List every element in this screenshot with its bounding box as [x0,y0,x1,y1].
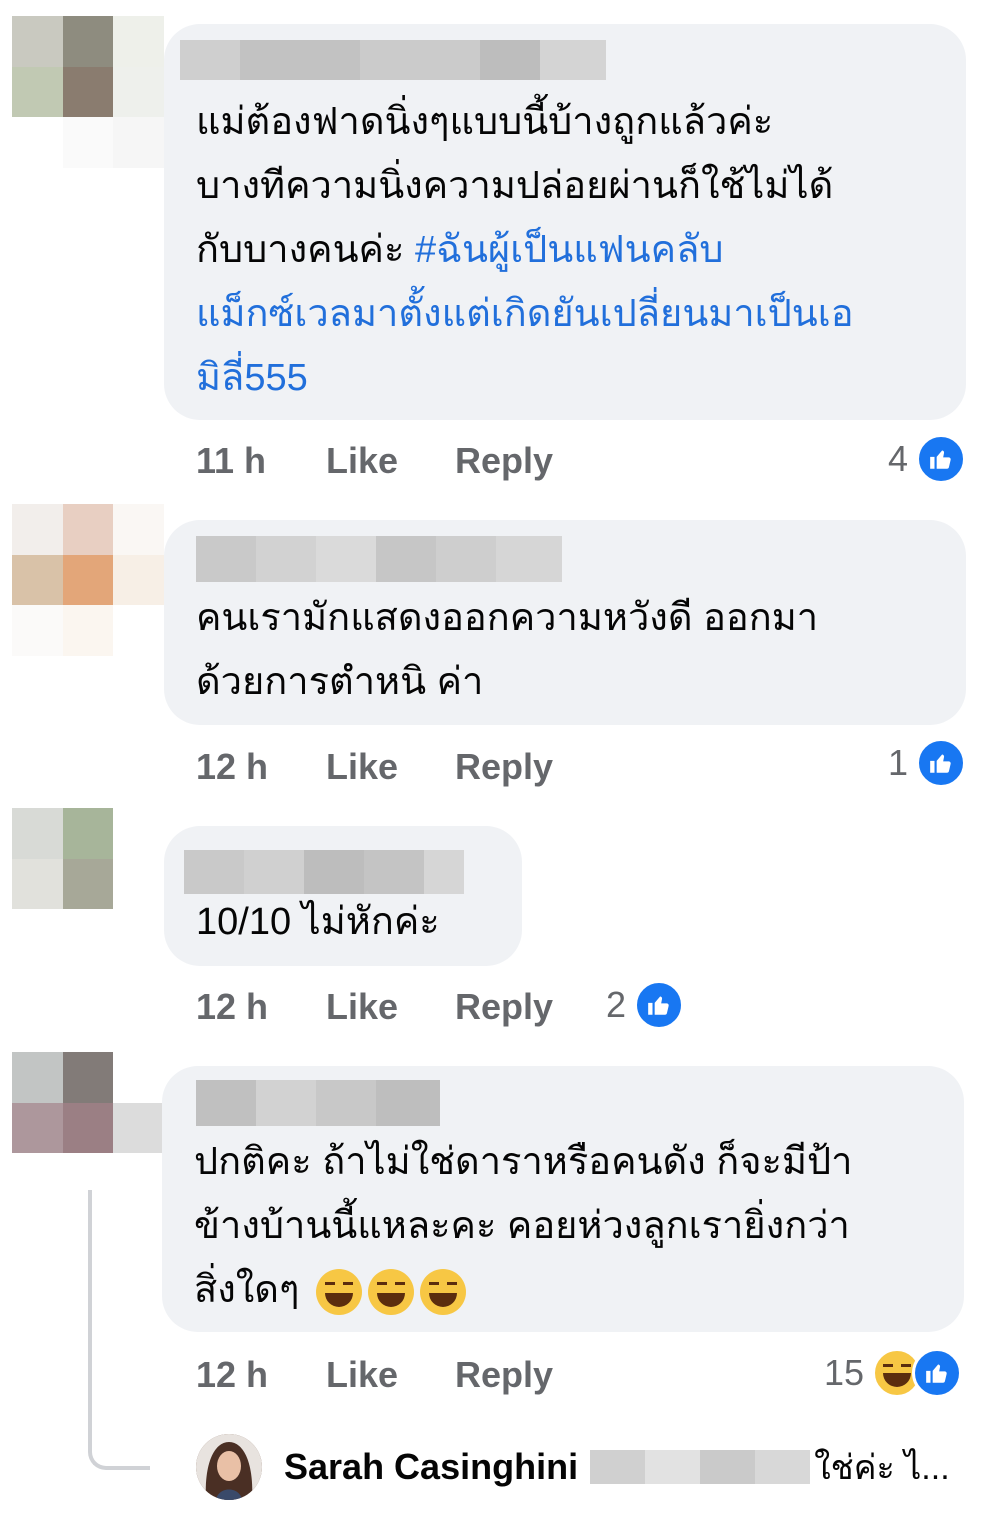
blurred-author-name [196,1080,440,1126]
comment-text: คนเรามักแสดงออกความหวังดี ออกมา ด้วยการต… [196,597,819,703]
like-button[interactable]: Like [326,742,398,792]
reply-button[interactable]: Reply [455,742,553,792]
comment-bubble: คนเรามักแสดงออกความหวังดี ออกมา ด้วยการต… [164,520,966,725]
reaction-summary[interactable]: 15 [824,1348,963,1398]
reply-thread-line [88,1190,150,1470]
reaction-summary[interactable]: 1 [888,738,967,788]
comment-text: แม่ต้องฟาดนิ่งๆแบบนี้บ้างถูกแล้วค่ะ บางท… [196,101,854,399]
like-button[interactable]: Like [326,436,398,486]
reaction-summary[interactable]: 2 [606,980,685,1030]
avatar[interactable] [12,16,164,168]
reaction-count: 1 [888,742,909,783]
blurred-mention [590,1450,811,1484]
comment-time[interactable]: 12 h [196,982,268,1032]
reaction-summary[interactable]: 4 [888,434,967,484]
like-reaction-icon [634,980,685,1030]
avatar[interactable] [196,1434,262,1500]
comment-text: ปกติคะ ถ้าไม่ใช่ดาราหรือคนดัง ก็จะมีป้า … [194,1130,852,1322]
like-reaction-icon [916,738,967,788]
blurred-author-name [184,850,464,894]
reply-button[interactable]: Reply [455,436,553,486]
reply-button[interactable]: Reply [455,982,553,1032]
like-reaction-icon [916,434,967,484]
reply-button[interactable]: Reply [455,1350,553,1400]
reaction-count: 4 [888,438,909,479]
avatar[interactable] [12,504,164,656]
avatar[interactable] [12,808,164,960]
reaction-count: 2 [606,984,627,1025]
reply-preview[interactable]: Sarah Casinghini ใช่ค่ะ ไ... [196,1434,950,1500]
blurred-author-name [196,536,562,582]
comment-bubble: แม่ต้องฟาดนิ่งๆแบบนี้บ้างถูกแล้วค่ะ บางท… [164,24,966,420]
comment-text: 10/10 ไม่หักค่ะ [196,901,440,943]
comment-bubble: 10/10 ไม่หักค่ะ [164,826,522,966]
like-button[interactable]: Like [326,982,398,1032]
avatar[interactable] [12,1052,164,1204]
laughing-emoji-icon [419,1268,466,1315]
laughing-emoji-icon [367,1268,414,1315]
comment-bubble: ปกติคะ ถ้าไม่ใช่ดาราหรือคนดัง ก็จะมีป้า … [162,1066,964,1332]
comment-time[interactable]: 12 h [196,1350,268,1400]
reaction-count: 15 [824,1352,865,1393]
reply-author-name[interactable]: Sarah Casinghini [284,1446,578,1488]
like-reaction-icon [912,1348,963,1398]
laughing-emoji-icon [315,1268,362,1315]
comment-time[interactable]: 12 h [196,742,268,792]
reply-text: ใช่ค่ะ ไ... [814,1449,950,1487]
comment-time[interactable]: 11 h [196,436,266,486]
blurred-author-name [180,40,606,80]
like-button[interactable]: Like [326,1350,398,1400]
